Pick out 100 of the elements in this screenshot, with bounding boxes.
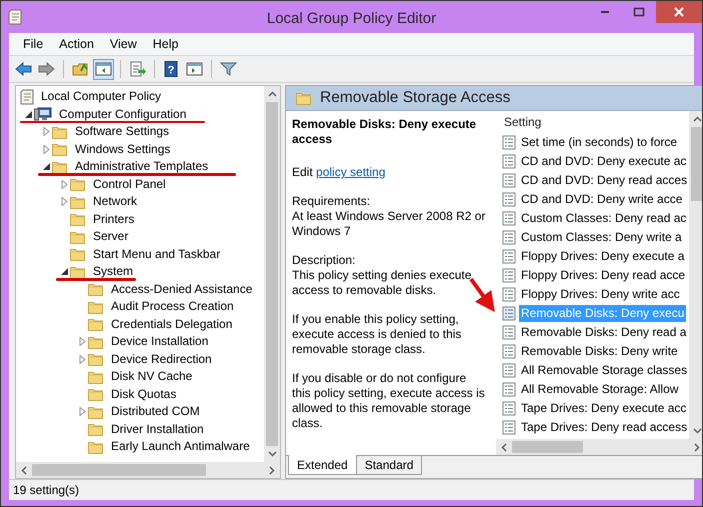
status-text: 19 setting(s) [13, 483, 80, 497]
tree-item[interactable]: Audit Process Creation [109, 299, 236, 314]
app-icon [8, 9, 22, 25]
section-header: Removable Storage Access [320, 89, 510, 107]
tab[interactable]: Extended [288, 455, 357, 475]
folder-icon [88, 422, 104, 436]
description-text: This policy setting denies execute access to removable disks. [292, 268, 472, 298]
tab[interactable]: Standard [356, 456, 422, 475]
folder-icon [88, 317, 104, 332]
collapsed-arrow-icon[interactable] [60, 197, 68, 206]
scroll-left-icon[interactable] [501, 442, 507, 452]
scroll-down-icon[interactable] [692, 428, 702, 434]
policy-title: Removable Disks: Deny execute access [292, 117, 478, 147]
requirements-label: Requirements: [292, 194, 372, 209]
description-paragraph: If you enable this policy setting, execute access is denied to this removable storage class. [292, 312, 462, 357]
setting-row[interactable]: Floppy Drives: Deny execute a [519, 248, 686, 265]
scroll-left-icon[interactable] [21, 466, 27, 474]
setting-row[interactable]: All Removable Storage classes [519, 362, 690, 379]
policy-setting-icon [502, 135, 516, 150]
expanded-arrow-icon[interactable] [42, 162, 50, 172]
setting-row[interactable]: All Removable Storage: Allow [519, 381, 680, 398]
policy-setting-icon [502, 192, 516, 207]
scrollbar-thumb[interactable] [266, 102, 278, 446]
setting-row[interactable]: CD and DVD: Deny execute ac [519, 153, 688, 170]
tree-item[interactable]: Software Settings [73, 124, 172, 140]
tree-item[interactable]: Control Panel [91, 176, 168, 192]
setting-row[interactable]: Tape Drives: Deny read access [519, 419, 690, 436]
policy-setting-icon [502, 173, 516, 188]
tree-item[interactable]: Computer Configuration [57, 106, 188, 122]
computer-icon [34, 107, 52, 122]
column-header[interactable]: Setting [500, 111, 690, 133]
scroll-down-icon[interactable] [268, 451, 276, 457]
tree-item[interactable]: Start Menu and Taskbar [91, 246, 222, 262]
document-icon [20, 88, 34, 105]
scroll-right-icon[interactable] [269, 466, 275, 474]
tree-item[interactable]: Windows Settings [73, 142, 172, 157]
folder-icon [52, 124, 68, 139]
setting-row[interactable]: Custom Classes: Deny write a [519, 229, 684, 246]
collapsed-arrow-icon[interactable] [42, 127, 50, 136]
tree-item[interactable]: System [91, 264, 136, 280]
policy-setting-icon [502, 154, 516, 169]
folder-icon [88, 282, 104, 296]
tree-item[interactable]: Device Redirection [109, 352, 214, 367]
setting-row[interactable]: Floppy Drives: Deny read acce [519, 267, 688, 284]
policy-setting-icon [502, 420, 516, 435]
tree-item[interactable]: Access-Denied Assistance [109, 282, 254, 297]
tree-item[interactable]: Local Computer Policy [39, 89, 164, 104]
collapsed-arrow-icon[interactable] [42, 144, 50, 154]
setting-row[interactable]: Removable Disks: Deny write [519, 343, 680, 360]
close-button[interactable] [656, 1, 702, 23]
collapsed-arrow-icon[interactable] [78, 337, 86, 346]
folder-icon [70, 212, 86, 226]
folder-icon [70, 264, 86, 279]
expanded-arrow-icon[interactable] [24, 110, 32, 119]
folder-icon [52, 142, 68, 156]
collapsed-arrow-icon[interactable] [78, 407, 86, 416]
setting-row[interactable]: CD and DVD: Deny read acces [519, 172, 690, 189]
scrollbar-thumb[interactable] [512, 441, 583, 453]
scroll-up-icon[interactable] [268, 91, 276, 97]
setting-row[interactable]: Floppy Drives: Deny write acc [519, 286, 682, 303]
tree-item[interactable]: Disk Quotas [109, 386, 178, 402]
setting-row[interactable]: Tape Drives: Deny execute acc [519, 400, 688, 417]
scroll-up-icon[interactable] [692, 116, 702, 122]
collapsed-arrow-icon[interactable] [78, 354, 86, 364]
tree-item[interactable]: Driver Installation [109, 422, 206, 437]
folder-icon [88, 352, 104, 366]
minimize-icon [599, 11, 611, 13]
menu-item[interactable]: Help [144, 37, 186, 51]
tree-item[interactable]: Credentials Delegation [109, 316, 234, 332]
scrollbar-thumb[interactable] [32, 464, 206, 476]
description-paragraph: If you disable or do not configure this policy setting, execute access is allowed to this removable storage class. [292, 371, 486, 431]
menu-item[interactable]: View [102, 37, 145, 51]
tree-item[interactable]: Server [91, 229, 130, 244]
folder-icon [70, 230, 86, 244]
tree-item[interactable]: Network [91, 194, 140, 210]
help-button[interactable]: ? [161, 58, 182, 80]
policy-setting-icon [502, 287, 516, 302]
tree-item[interactable]: Device Installation [109, 334, 210, 350]
tree-item[interactable]: Early Launch Antimalware [109, 439, 252, 454]
folder-icon [70, 247, 86, 262]
scroll-right-icon[interactable] [694, 442, 700, 452]
requirements-text: At least Windows Server 2008 R2 or Windows 7 [292, 209, 486, 239]
policy-setting-link[interactable]: policy setting [316, 165, 386, 179]
tree-item[interactable]: Administrative Templates [73, 159, 210, 174]
setting-row[interactable]: CD and DVD: Deny write acce [519, 191, 684, 208]
setting-row[interactable]: Removable Disks: Deny read a [519, 324, 688, 341]
tree-item[interactable]: Printers [91, 212, 136, 227]
tree-item[interactable]: Distributed COM [109, 404, 202, 420]
scrollbar-thumb[interactable] [691, 127, 702, 201]
pane-button[interactable] [93, 58, 114, 80]
edit-text: Edit policy setting [292, 165, 386, 180]
folder-icon [52, 160, 68, 174]
setting-row[interactable]: Custom Classes: Deny read ac [519, 210, 688, 227]
tree-item[interactable]: Disk NV Cache [109, 369, 194, 384]
menu-item[interactable]: File [15, 37, 52, 51]
expanded-arrow-icon[interactable] [60, 267, 68, 276]
collapsed-arrow-icon[interactable] [60, 180, 68, 189]
setting-row[interactable]: Set time (in seconds) to force [519, 134, 680, 151]
window-title: Local Group Policy Editor [266, 10, 436, 27]
menu-item[interactable]: Action [51, 37, 102, 51]
